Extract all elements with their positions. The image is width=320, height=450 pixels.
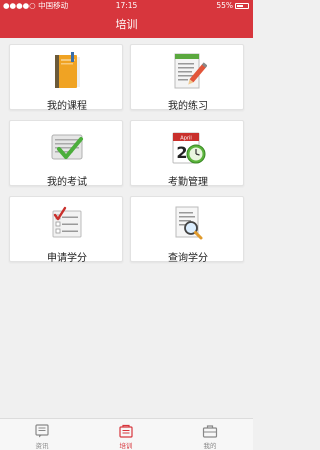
tab-mine[interactable]: 我的 xyxy=(168,419,252,450)
tile-my-practice[interactable]: 我的练习 xyxy=(130,44,244,112)
briefcase-icon xyxy=(202,425,218,438)
news-icon xyxy=(35,424,49,438)
tab-training[interactable]: 培训 xyxy=(84,419,168,450)
tile-apply-credits[interactable]: 申请学分 xyxy=(9,196,123,264)
tab-news[interactable]: 资讯 xyxy=(0,419,84,450)
exam-check-icon xyxy=(51,134,83,160)
tile-label: 我的考试 xyxy=(47,177,87,188)
status-bar: ●●●●○ 中国移动 17:15 55% xyxy=(0,0,253,12)
status-right: 55% xyxy=(216,0,249,12)
tab-label: 我的 xyxy=(203,442,217,450)
document-search-icon xyxy=(175,206,203,240)
calendar-clock-icon: April 2 xyxy=(172,132,206,164)
tile-label: 我的练习 xyxy=(168,101,208,112)
tile-label: 查询学分 xyxy=(168,253,208,264)
tile-attendance[interactable]: April 2 考勤管理 xyxy=(130,120,244,188)
tile-label: 申请学分 xyxy=(47,253,87,264)
status-time: 17:15 xyxy=(115,1,138,10)
tile-label: 我的课程 xyxy=(47,101,87,112)
battery-icon xyxy=(235,3,249,9)
tab-label: 资讯 xyxy=(35,442,49,450)
training-icon xyxy=(119,424,133,438)
tile-query-credits[interactable]: 查询学分 xyxy=(130,196,244,264)
notepad-pencil-icon xyxy=(174,53,207,89)
tile-label: 考勤管理 xyxy=(168,177,208,188)
calendar-day: 2 xyxy=(176,143,187,162)
book-icon xyxy=(55,52,80,88)
battery-percent: 55% xyxy=(216,1,233,10)
checklist-icon xyxy=(52,206,82,238)
calendar-month: April xyxy=(180,136,191,142)
page-title: 培训 xyxy=(115,18,138,31)
tab-label: 培训 xyxy=(119,442,133,450)
tile-my-exams[interactable]: 我的考试 xyxy=(9,120,123,188)
bottom-tab-bar: 资讯 培训 我的 xyxy=(0,418,253,450)
tile-my-courses[interactable]: 我的课程 xyxy=(9,44,123,112)
nav-bar: 培训 xyxy=(0,12,253,38)
